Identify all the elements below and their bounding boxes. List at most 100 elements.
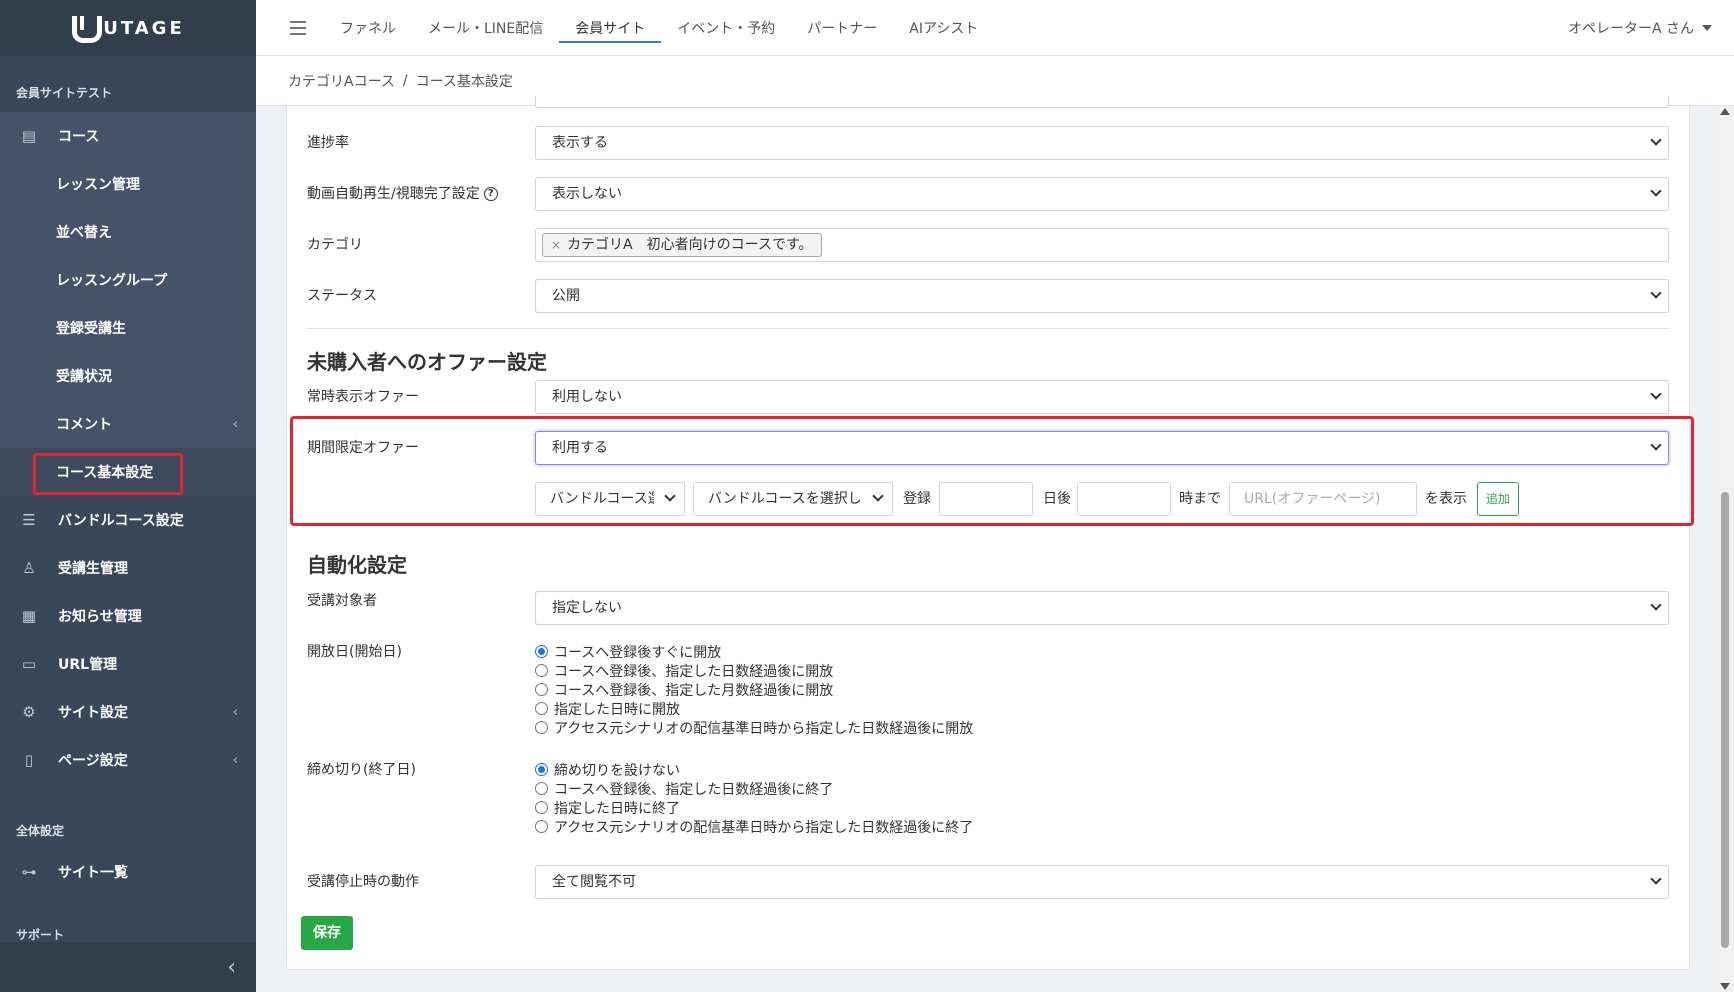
open-date-option[interactable]: コースへ登録後、指定した日数経過後に開放: [535, 661, 973, 680]
always-offer-select[interactable]: 利用しない: [535, 380, 1669, 414]
status-select[interactable]: 公開: [535, 279, 1669, 313]
open-date-option[interactable]: アクセス元シナリオの配信基準日時から指定した日数経過後に開放: [535, 718, 973, 737]
chevron-left-icon[interactable]: ‹: [227, 955, 236, 980]
user-name: オペレーターA さん: [1567, 21, 1694, 37]
add-offer-button[interactable]: 追加: [1477, 482, 1519, 516]
radio-selected[interactable]: [535, 645, 548, 658]
sidebar-item-comment[interactable]: コメント ‹: [0, 400, 256, 448]
radio-label: コースへ登録後、指定した日数経過後に終了: [554, 781, 834, 798]
sidebar-item-course[interactable]: ▤ コース: [0, 112, 256, 160]
hamburger-menu-icon[interactable]: [290, 20, 306, 35]
page-scrollbar[interactable]: [1716, 106, 1734, 992]
sidebar-item-student-management[interactable]: ♙ 受講生管理: [0, 544, 256, 592]
select-value: 全て閲覧不可: [552, 874, 636, 890]
radio-unselected[interactable]: [535, 820, 548, 833]
offer-section-title: 未購入者へのオファー設定: [307, 350, 547, 374]
scroll-down-icon[interactable]: [1720, 983, 1730, 990]
open-date-option[interactable]: コースへ登録後すぐに開放: [535, 642, 973, 661]
tab-ai-assist[interactable]: AIアシスト: [893, 0, 994, 56]
limited-offer-select[interactable]: 利用する: [535, 431, 1669, 465]
hour-input[interactable]: [1077, 482, 1171, 516]
sidebar-item-label: サイト一覧: [58, 865, 128, 881]
tab-mail-line[interactable]: メール・LINE配信: [412, 0, 559, 56]
radio-label: 指定した日時に開放: [554, 701, 680, 718]
deadline-label: 締め切り(終了日): [307, 762, 416, 778]
bundle-course-select-1[interactable]: バンドルコース選択: [535, 482, 685, 516]
utage-logo-icon: [71, 16, 103, 43]
radio-unselected[interactable]: [535, 782, 548, 795]
sidebar-item-site-list[interactable]: ⊶ サイト一覧: [0, 848, 256, 896]
stop-select[interactable]: 全て閲覧不可: [535, 865, 1669, 899]
sidebar-item-bundle-course[interactable]: ☰ バンドルコース設定: [0, 496, 256, 544]
newspaper-icon: ▦: [21, 607, 37, 625]
progress-select[interactable]: 表示する: [535, 126, 1669, 160]
chevron-down-icon: [872, 490, 884, 502]
radio-unselected[interactable]: [535, 683, 548, 696]
sidebar-item-reorder[interactable]: 並べ替え: [0, 208, 256, 256]
bundle-course-select-2[interactable]: バンドルコースを選択し: [693, 482, 893, 516]
sidebar-item-attendance[interactable]: 受講状況: [0, 352, 256, 400]
select-value: 指定しない: [552, 600, 622, 616]
breadcrumb-parent[interactable]: カテゴリAコース: [288, 71, 395, 91]
select-value: バンドルコース選択: [550, 491, 654, 507]
logo-text: UTAGE: [103, 17, 185, 39]
autoplay-select[interactable]: 表示しない: [535, 177, 1669, 211]
radio-unselected[interactable]: [535, 721, 548, 734]
sidebar-item-page-settings[interactable]: ▯ ページ設定 ‹: [0, 736, 256, 784]
radio-unselected[interactable]: [535, 702, 548, 715]
deadline-option[interactable]: アクセス元シナリオの配信基準日時から指定した日数経過後に終了: [535, 817, 973, 836]
sidebar-item-lesson-group[interactable]: レッスングループ: [0, 256, 256, 304]
open-date-option[interactable]: 指定した日時に開放: [535, 699, 973, 718]
tab-funnel[interactable]: ファネル: [324, 0, 412, 56]
sidebar-item-site-settings[interactable]: ⚙ サイト設定 ‹: [0, 688, 256, 736]
radio-label: コースへ登録後、指定した月数経過後に開放: [554, 682, 834, 699]
sitemap-icon: ⊶: [21, 863, 37, 881]
days-input[interactable]: [939, 482, 1033, 516]
scroll-up-icon[interactable]: [1720, 108, 1730, 115]
offer-url-input[interactable]: URL(オファーページ): [1229, 482, 1417, 516]
radio-selected[interactable]: [535, 763, 548, 776]
tab-member-site[interactable]: 会員サイト: [559, 0, 662, 56]
deadline-option[interactable]: 締め切りを設けない: [535, 760, 973, 779]
topbar: ファネル メール・LINE配信 会員サイト イベント・予約 パートナー AIアシ…: [256, 0, 1734, 56]
save-button[interactable]: 保存: [301, 916, 353, 950]
until-text: 時まで: [1179, 491, 1221, 507]
deadline-radio-group: 締め切りを設けない コースへ登録後、指定した日数経過後に終了 指定した日時に終了…: [535, 760, 973, 836]
sidebar-item-registered-students[interactable]: 登録受講生: [0, 304, 256, 352]
open-date-radio-group: コースへ登録後すぐに開放 コースへ登録後、指定した日数経過後に開放 コースへ登録…: [535, 642, 973, 737]
progress-label: 進捗率: [307, 135, 349, 151]
deadline-option[interactable]: 指定した日時に終了: [535, 798, 973, 817]
sidebar-item-notices[interactable]: ▦ お知らせ管理: [0, 592, 256, 640]
category-tag: × カテゴリA 初心者向けのコースです。: [542, 233, 822, 257]
radio-unselected[interactable]: [535, 664, 548, 677]
radio-label: 指定した日時に終了: [554, 800, 680, 817]
section-divider: [307, 328, 1669, 329]
open-date-option[interactable]: コースへ登録後、指定した月数経過後に開放: [535, 680, 973, 699]
logo[interactable]: UTAGE: [0, 0, 256, 56]
breadcrumb-current: コース基本設定: [415, 73, 513, 90]
tag-remove-icon[interactable]: ×: [551, 234, 561, 256]
select-value: 表示しない: [552, 186, 622, 202]
sidebar-item-label: お知らせ管理: [58, 609, 142, 625]
select-value: バンドルコースを選択し: [708, 491, 862, 507]
question-circle-icon[interactable]: ?: [483, 187, 498, 201]
category-multiselect[interactable]: × カテゴリA 初心者向けのコースです。: [535, 228, 1669, 262]
target-select[interactable]: 指定しない: [535, 591, 1669, 625]
radio-unselected[interactable]: [535, 801, 548, 814]
scroll-thumb[interactable]: [1721, 492, 1729, 948]
chevron-down-icon: [1650, 287, 1662, 299]
tab-partner[interactable]: パートナー: [791, 0, 893, 56]
tab-event[interactable]: イベント・予約: [661, 0, 791, 56]
sidebar-item-lesson-management[interactable]: レッスン管理: [0, 160, 256, 208]
sidebar-item-course-settings[interactable]: コース基本設定: [0, 448, 256, 496]
sidebar-item-label: 登録受講生: [56, 321, 126, 337]
radio-label: コースへ登録後すぐに開放: [554, 644, 722, 661]
caret-down-icon: [1702, 25, 1712, 31]
breadcrumb-separator: /: [402, 72, 408, 89]
autoplay-label-text: 動画自動再生/視聴完了設定: [307, 186, 480, 202]
user-menu[interactable]: オペレーターA さん: [1568, 0, 1712, 56]
sidebar-item-url-management[interactable]: ▭ URL管理: [0, 640, 256, 688]
chevron-left-icon: ‹: [232, 704, 238, 720]
deadline-option[interactable]: コースへ登録後、指定した日数経過後に終了: [535, 779, 973, 798]
status-label: ステータス: [307, 288, 377, 304]
